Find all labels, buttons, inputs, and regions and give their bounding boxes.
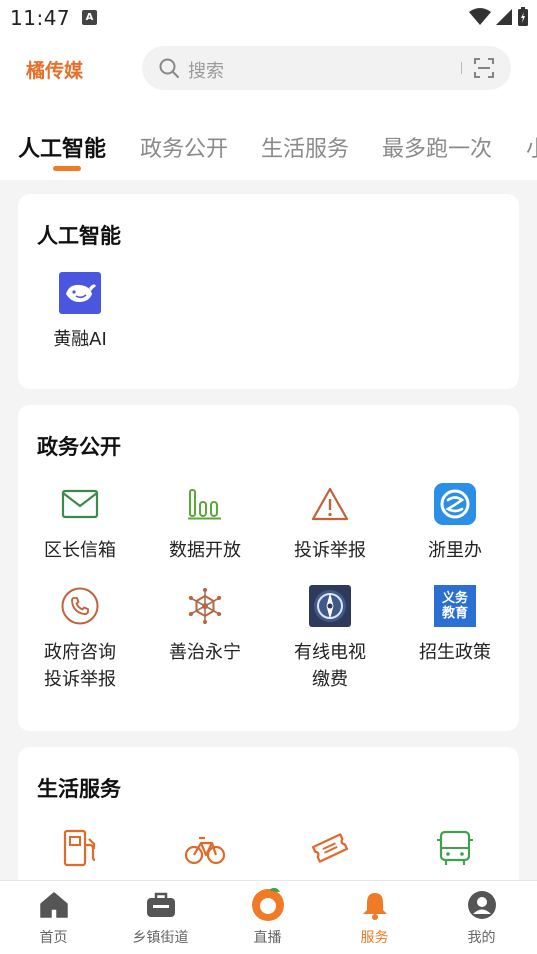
bus-icon <box>434 827 476 869</box>
bar-chart-icon <box>184 483 226 525</box>
mail-icon <box>59 483 101 525</box>
nav-mine[interactable]: 我的 <box>428 881 535 954</box>
item-label: 投诉举报 <box>294 540 366 561</box>
section-ai: 人工智能 黄融AI <box>18 194 519 389</box>
nav-towns[interactable]: 乡镇街道 <box>107 881 214 954</box>
nav-label: 乡镇街道 <box>132 930 189 946</box>
nav-home[interactable]: 首页 <box>0 881 107 954</box>
service-item-bus[interactable] <box>395 825 515 875</box>
bottom-nav: 首页 乡镇街道 直播 服务 我的 <box>0 880 537 954</box>
item-label-line2: 投诉举报 <box>44 669 116 690</box>
whale-ai-icon <box>59 272 101 314</box>
status-icons <box>469 7 529 27</box>
item-label: 招生政策 <box>419 642 491 663</box>
education-icon-text: 教育 <box>441 606 468 621</box>
bell-icon <box>359 889 391 921</box>
briefcase-icon <box>145 889 177 921</box>
service-item-gas[interactable] <box>20 825 140 875</box>
item-label-line2: 缴费 <box>312 669 348 690</box>
cable-tv-icon <box>309 585 351 627</box>
section-title: 人工智能 <box>37 224 121 248</box>
live-logo-icon <box>250 886 286 922</box>
item-label: 黄融AI <box>53 329 107 350</box>
item-label: 区长信箱 <box>44 540 116 561</box>
section-title: 生活服务 <box>37 777 121 801</box>
item-label: 政府咨询 <box>44 642 116 663</box>
battery-icon <box>518 7 528 26</box>
service-item-mailbox[interactable]: 区长信箱 <box>20 481 140 571</box>
tab-indicator <box>53 166 81 171</box>
shanzhi-icon <box>184 585 226 627</box>
service-item-zheliban[interactable]: 浙里办 <box>395 481 515 571</box>
section-gov: 政务公开 区长信箱 数据开放 投诉举报 浙里办 政府咨询 投诉举报 善治永宁 有… <box>18 405 519 731</box>
service-item-enrollment[interactable]: 义务 教育 招生政策 <box>395 585 515 705</box>
tab-more[interactable]: 小 <box>526 131 537 163</box>
nav-label: 首页 <box>39 930 68 946</box>
home-icon <box>38 889 70 921</box>
service-item-gov-consult[interactable]: 政府咨询 投诉举报 <box>20 585 140 705</box>
education-icon: 义务 教育 <box>434 585 476 627</box>
signal-icon <box>496 9 512 25</box>
scan-icon[interactable] <box>473 57 495 79</box>
nav-label: 我的 <box>467 930 496 946</box>
status-bar: 11:47 A <box>0 0 537 36</box>
search-icon <box>159 58 179 78</box>
category-tabs: 人工智能 政务公开 生活服务 最多跑一次 小 <box>0 108 537 180</box>
header: 橘传媒 搜索 <box>0 36 537 108</box>
item-label: 有线电视 <box>294 642 366 663</box>
gas-station-icon <box>59 827 101 869</box>
search-input[interactable]: 搜索 <box>188 57 224 83</box>
zheliban-icon <box>434 483 476 525</box>
search-divider <box>461 62 462 74</box>
nav-label: 直播 <box>253 930 282 946</box>
status-time: 11:47 <box>10 6 71 30</box>
profile-icon <box>466 889 498 921</box>
phone-icon <box>59 585 101 627</box>
tab-gov[interactable]: 政务公开 <box>140 131 228 163</box>
nav-live[interactable]: 直播 <box>214 881 321 954</box>
item-label: 数据开放 <box>169 540 241 561</box>
service-item-cable-tv[interactable]: 有线电视 缴费 <box>270 585 390 705</box>
tab-ai[interactable]: 人工智能 <box>18 131 106 163</box>
bicycle-icon <box>184 827 226 869</box>
ticket-icon <box>309 827 351 869</box>
brand-logo[interactable]: 橘传媒 <box>26 56 83 83</box>
nav-service[interactable]: 服务 <box>321 881 428 954</box>
service-item-complaint[interactable]: 投诉举报 <box>270 481 390 571</box>
service-item-shanzhi-yongning[interactable]: 善治永宁 <box>145 585 265 705</box>
tab-run-once[interactable]: 最多跑一次 <box>382 131 492 163</box>
service-item-huangrong-ai[interactable]: 黄融AI <box>20 270 140 360</box>
item-label: 善治永宁 <box>169 642 241 663</box>
notification-badge-icon: A <box>82 10 97 25</box>
service-item-bike[interactable] <box>145 825 265 875</box>
service-item-open-data[interactable]: 数据开放 <box>145 481 265 571</box>
tab-life[interactable]: 生活服务 <box>261 131 349 163</box>
wifi-icon <box>469 8 491 25</box>
item-label: 浙里办 <box>428 540 482 561</box>
nav-label: 服务 <box>360 930 389 946</box>
education-icon-text: 义务 <box>441 591 468 606</box>
search-bar[interactable]: 搜索 <box>142 46 511 90</box>
service-screen: 11:47 A 橘传媒 搜索 人工智能 政务公开 生活服务 最多跑一次 小 人工… <box>0 0 537 954</box>
section-title: 政务公开 <box>37 435 121 459</box>
service-item-ticket[interactable] <box>270 825 390 875</box>
warning-icon <box>309 483 351 525</box>
